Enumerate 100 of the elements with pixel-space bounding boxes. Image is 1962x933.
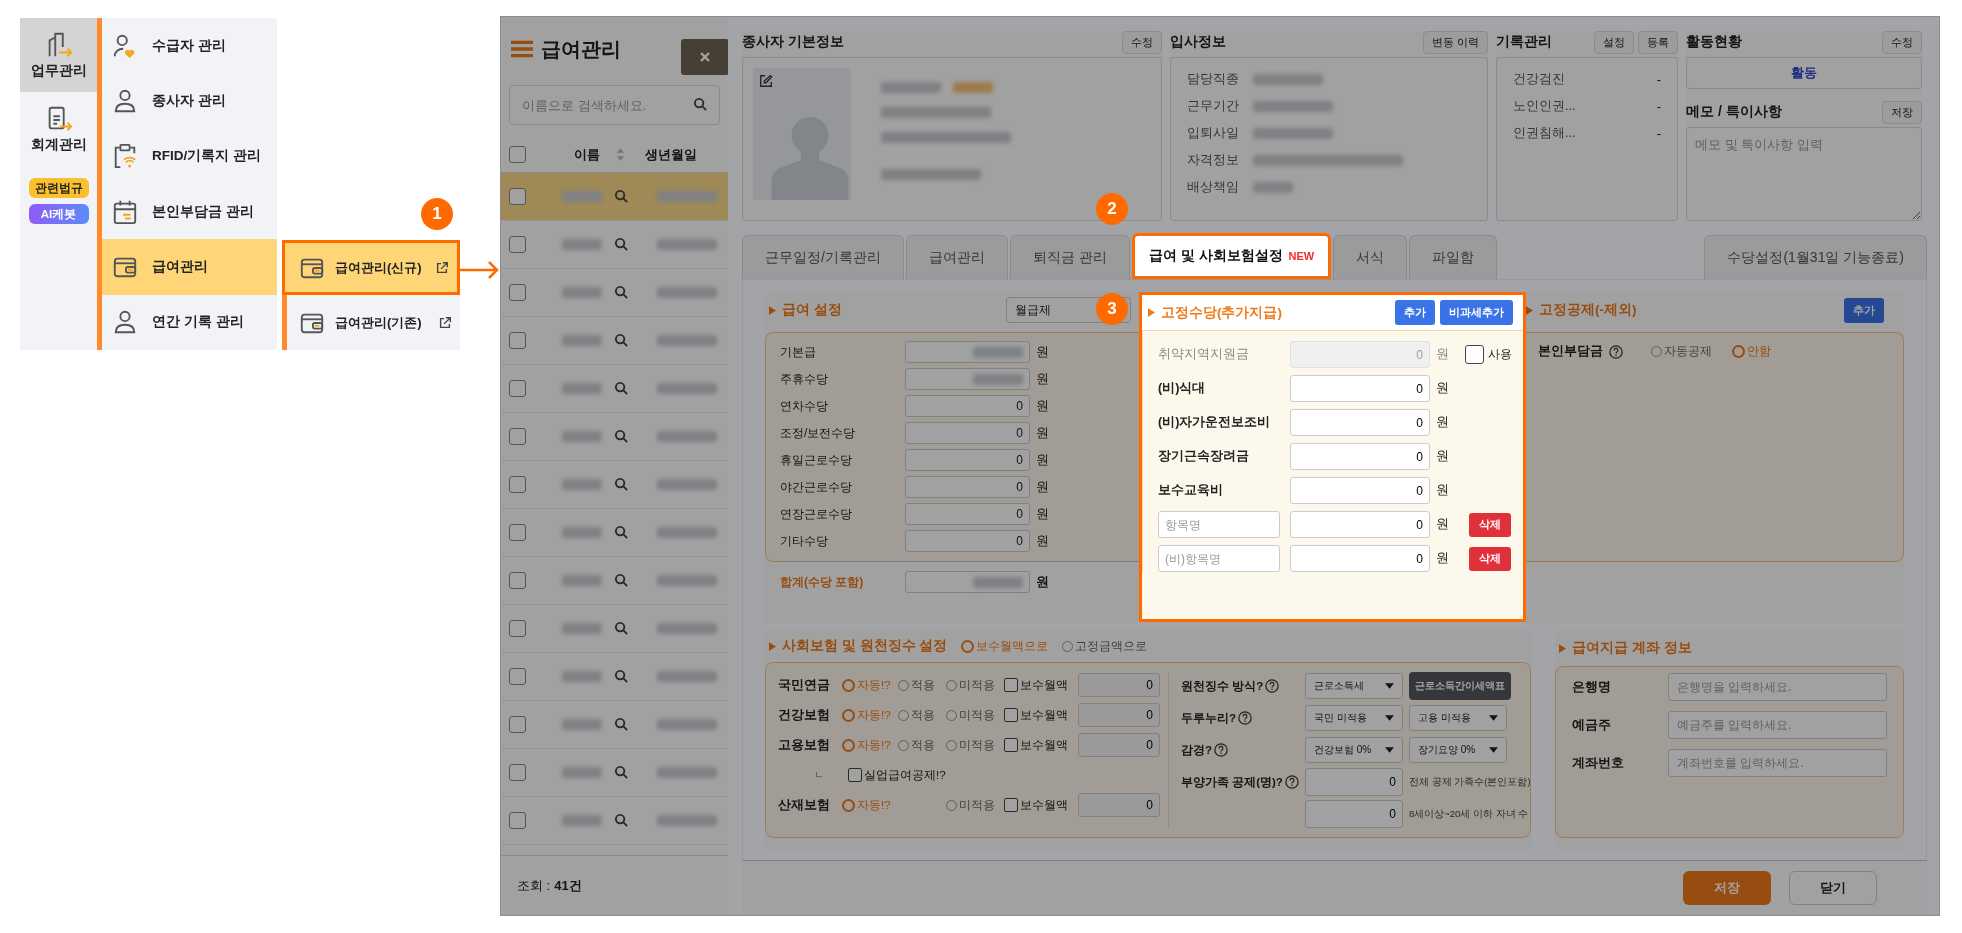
number-field[interactable] [905,571,1030,593]
tax-table-button[interactable]: 근로소득간이세액표 [1409,672,1511,700]
text-field[interactable]: 은행명을 입력하세요. [1668,673,1887,701]
dropdown[interactable]: 건강보험 0% [1305,737,1403,763]
search-icon[interactable] [614,765,629,780]
dropdown[interactable]: 근로소득세 [1305,673,1403,699]
number-field[interactable]: 0 [1078,733,1160,757]
menu-item[interactable]: 급여관리 [102,239,277,295]
checkbox[interactable] [509,236,526,253]
menu-item[interactable]: 수급자 관리 [102,18,277,74]
checkbox[interactable] [509,476,526,493]
number-field[interactable]: 0 [905,449,1030,471]
tab[interactable]: 급여 및 사회보험설정 NEW [1131,233,1332,279]
category-tab[interactable]: 업무관리 [20,18,97,92]
add-button[interactable]: 추가 [1395,300,1435,325]
edit-icon[interactable] [759,74,773,88]
checkbox[interactable]: 사용 [1465,345,1512,364]
small-button[interactable]: 수정 [1882,30,1922,54]
link-badge[interactable]: AI케봇 [28,204,89,224]
radio-button[interactable]: 미적용 [946,677,1004,693]
menu-item[interactable]: 연간 기록 관리 [102,294,277,350]
menu-item[interactable]: RFID/기록지 관리 [102,128,277,184]
number-field[interactable]: 0 [1078,703,1160,727]
search-icon[interactable] [614,381,629,396]
checkbox[interactable] [509,812,526,829]
number-field[interactable]: 0 [1305,768,1403,796]
search-icon[interactable] [614,333,629,348]
menu-item[interactable]: 종사자 관리 [102,73,277,129]
number-field[interactable]: 0 [1290,375,1430,402]
tab[interactable]: 퇴직금 관리 [1009,235,1130,279]
search-icon[interactable] [614,813,629,828]
search-icon[interactable] [614,525,629,540]
link-badge[interactable]: 관련법규 [28,178,89,198]
radio-button[interactable]: 적용 [898,707,946,723]
checkbox[interactable] [509,380,526,397]
number-field[interactable]: 0 [905,503,1030,525]
checkbox[interactable]: 보수월액 [1004,707,1078,723]
number-field[interactable]: 0 [905,395,1030,417]
checkbox[interactable] [509,146,526,163]
radio-button[interactable]: 고정금액으로 [1062,637,1148,655]
search-icon[interactable] [614,621,629,636]
tab[interactable]: 급여관리 [905,235,1008,279]
checkbox[interactable] [509,764,526,781]
add-button[interactable]: 비과세추가 [1440,300,1513,325]
tab[interactable]: 수당설정(1월31일 기능종료) [1704,235,1927,279]
checkbox[interactable] [509,428,526,445]
menu-item[interactable]: 본인부담금 관리 [102,184,277,240]
search-icon[interactable] [614,669,629,684]
search-icon[interactable] [614,717,629,732]
close-button[interactable]: 닫기 [1789,871,1877,905]
number-field[interactable]: 0 [1305,800,1403,828]
number-field[interactable] [905,368,1030,390]
number-field[interactable]: 0 [1078,793,1160,817]
number-field[interactable]: 0 [905,476,1030,498]
number-field[interactable]: 0 [1290,409,1430,436]
close-button[interactable] [681,39,729,75]
text-field[interactable]: 계좌번호를 입력하세요. [1668,749,1887,777]
checkbox[interactable] [509,332,526,349]
text-field[interactable]: 예금주를 입력하세요. [1668,711,1887,739]
help-icon[interactable] [1265,679,1280,693]
number-field[interactable]: 0 [1290,443,1430,470]
column-header[interactable]: 생년월일 [645,145,697,164]
number-field[interactable]: 0 [1290,545,1430,572]
dropdown[interactable]: 국민 미적용 [1305,705,1403,731]
radio-button[interactable]: 적용 [898,737,946,753]
radio-button[interactable]: 적용 [898,677,946,693]
search-icon[interactable] [614,189,629,204]
search-field[interactable]: 이름으로 검색하세요. [509,85,720,125]
small-button[interactable]: 수정 [1122,30,1162,54]
radio-button[interactable]: 자동공제 [1651,343,1712,360]
small-button[interactable]: 변동 이력 [1422,30,1488,54]
search-icon[interactable] [614,285,629,300]
number-field[interactable] [905,341,1030,363]
checkbox[interactable] [509,716,526,733]
number-field[interactable]: 0 [1290,477,1430,504]
delete-button[interactable]: 삭제 [1469,512,1511,537]
number-field[interactable]: 0 [905,422,1030,444]
checkbox[interactable] [509,284,526,301]
tab[interactable]: 서식 [1333,235,1408,279]
small-button[interactable]: 등록 [1638,30,1678,54]
search-icon[interactable] [614,573,629,588]
small-button[interactable]: 저장 [1882,100,1922,124]
dropdown[interactable]: 고용 미적용 [1409,705,1507,731]
checkbox[interactable]: 실업급여공제!? [848,767,946,783]
submenu-item[interactable]: 급여관리(신규) [282,240,460,295]
small-button[interactable]: 설정 [1594,30,1634,54]
column-header[interactable]: 이름 [574,145,600,164]
number-field[interactable]: 0 [1078,673,1160,697]
checkbox[interactable]: 보수월액 [1004,677,1078,693]
checkbox[interactable] [509,524,526,541]
radio-button[interactable]: 미적용 [946,737,1004,753]
radio-button[interactable]: 미적용 [946,707,1004,723]
checkbox[interactable] [509,620,526,637]
help-icon[interactable] [1238,711,1253,725]
radio-button[interactable]: 미적용 [946,797,1004,813]
memo-field[interactable]: 메모 및 특이사항 입력 [1686,127,1922,221]
number-field[interactable]: 0 [905,530,1030,552]
checkbox[interactable] [509,572,526,589]
search-icon[interactable] [614,429,629,444]
tab[interactable]: 근무일정/기록관리 [742,235,904,279]
